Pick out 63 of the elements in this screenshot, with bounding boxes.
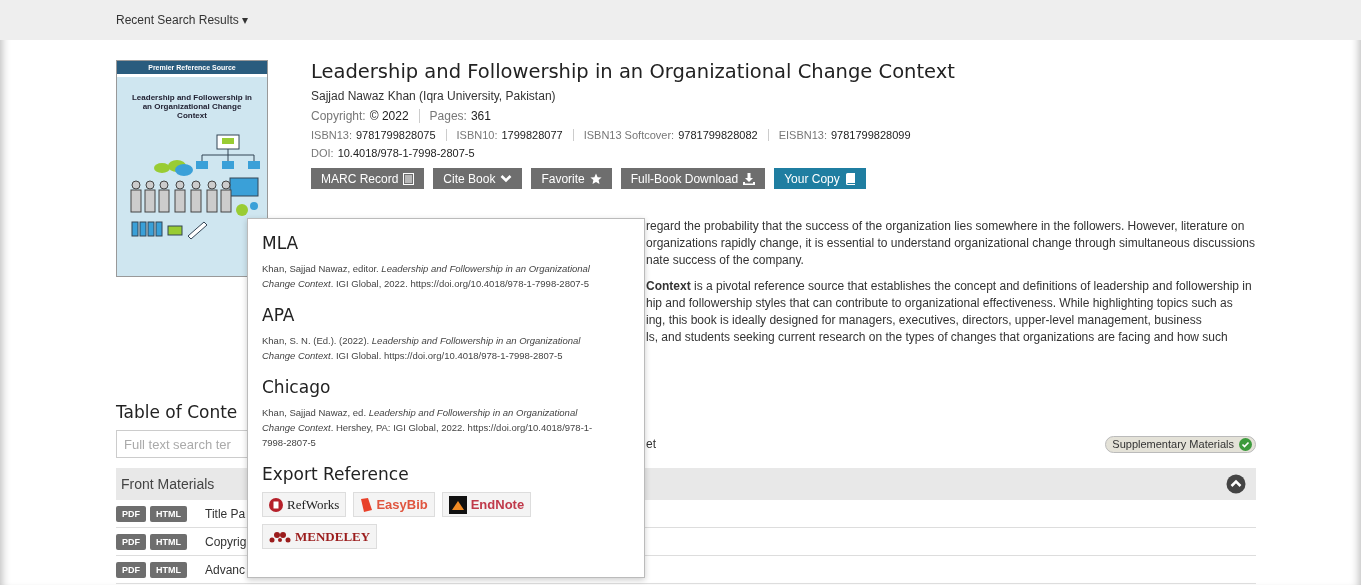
export-button[interactable]: MENDELEY: [262, 524, 378, 549]
supplementary-materials-badge[interactable]: Supplementary Materials: [1105, 435, 1256, 453]
export-button[interactable]: EndNote: [441, 492, 532, 517]
recent-search-results-link[interactable]: Recent Search Results ▾: [116, 13, 249, 27]
download-icon: [743, 172, 756, 185]
author-affiliation: Sajjad Nawaz Khan (Iqra University, Pakistan): [311, 89, 557, 103]
export-button[interactable]: RefWorks: [262, 492, 347, 517]
format-button[interactable]: PDF: [116, 533, 146, 550]
meta-label: EISBN13:: [778, 129, 827, 141]
document-icon: [269, 497, 283, 512]
citation-text: Khan, Sajjad Nawaz, ed. Leadership and Followership in an Organizational Change Context. Hershey, PA: IGI Global, 2022. https://doi.org/10.4018/978-1-7998-2807-5: [262, 406, 594, 450]
chapter-title[interactable]: Copyrig: [205, 534, 247, 549]
section-title: Front Materials: [121, 476, 215, 492]
description-text: ing, this book is ideally designed for managers, executives, directors, upper-level management, business: [646, 312, 1203, 329]
description-text: regard the probability that the success of the organization lies somewhere in the followers. However, literature on: [646, 218, 1246, 235]
search-hint-text: et: [646, 437, 656, 451]
collapse-icon[interactable]: [1226, 474, 1246, 494]
meta-value: 9781799828082: [678, 129, 758, 141]
citation-style-heading: MLA: [262, 233, 300, 253]
chapter-title[interactable]: Advanc: [205, 562, 246, 577]
action-button[interactable]: Favorite: [531, 168, 612, 189]
format-button[interactable]: PDF: [116, 505, 146, 522]
meta-label: ISBN10:: [456, 129, 498, 141]
page-icon: [360, 497, 373, 512]
action-button[interactable]: MARC Record: [311, 168, 425, 189]
meta-label: ISBN13 Softcover:: [583, 129, 675, 141]
format-button[interactable]: HTML: [150, 561, 187, 578]
meta-value: © 2022: [369, 109, 409, 123]
description-text: Context is a pivotal reference source that establishes the concept and definitions of leadership and followership in: [646, 278, 1253, 295]
cover-title: Leadership and Followership in an Organizational Change Context: [131, 93, 253, 120]
action-button[interactable]: Your Copy: [774, 168, 866, 189]
description-text: organizations rapidly change, it is essential to understand organizational change through simultaneous discussions: [646, 235, 1256, 252]
list-icon: [403, 172, 415, 185]
table-of-contents-heading: Table of Conte: [116, 402, 238, 422]
endnote-logo-icon: [448, 495, 467, 514]
format-button[interactable]: HTML: [150, 533, 187, 550]
description-text: ls, and students seeking current research on the types of changes that organizations are facing and how such: [646, 329, 1229, 346]
action-button[interactable]: Full-Book Download: [620, 168, 766, 189]
meta-value: 10.4018/978-1-7998-2807-5: [337, 147, 475, 159]
format-button[interactable]: HTML: [150, 505, 187, 522]
citation-text: Khan, Sajjad Nawaz, editor. Leadership and Followership in an Organizational Change Context. IGI Global, 2022. https://doi.org/10.4018/978-1-7998-2807-5: [262, 262, 591, 291]
chapter-title[interactable]: Title Pa: [205, 506, 246, 521]
citation-text: Khan, S. N. (Ed.). (2022). Leadership and Followership in an Organizational Change Context. IGI Global. https://doi.org/10.4018/978-1-7998-2807-5: [262, 334, 582, 363]
meta-value: 1799828077: [501, 129, 563, 141]
meta-label: DOI:: [311, 147, 334, 159]
action-button[interactable]: Cite Book: [433, 168, 523, 189]
export-button[interactable]: EasyBib: [353, 492, 435, 517]
meta-label: Pages:: [429, 109, 467, 123]
star-icon: [589, 172, 602, 185]
description-text: nate success of the company.: [646, 252, 805, 269]
meta-label: Copyright:: [311, 109, 366, 123]
meta-value: 9781799828099: [831, 129, 911, 141]
description-text: hip and followership styles that can contribute to organizational effectiveness. While highlighting topics such as: [646, 295, 1234, 312]
book-icon: [844, 172, 856, 185]
meta-label: ISBN13:: [311, 129, 352, 141]
citation-style-heading: Chicago: [262, 377, 332, 397]
meta-value: 9781799828075: [355, 129, 436, 141]
dots-icon: [269, 530, 291, 543]
chevron-down-icon: [500, 174, 513, 183]
format-button[interactable]: PDF: [116, 561, 146, 578]
citation-style-heading: APA: [262, 305, 296, 325]
meta-value: 361: [470, 109, 491, 123]
book-title: Leadership and Followership in an Organizational Change Context: [311, 60, 956, 83]
